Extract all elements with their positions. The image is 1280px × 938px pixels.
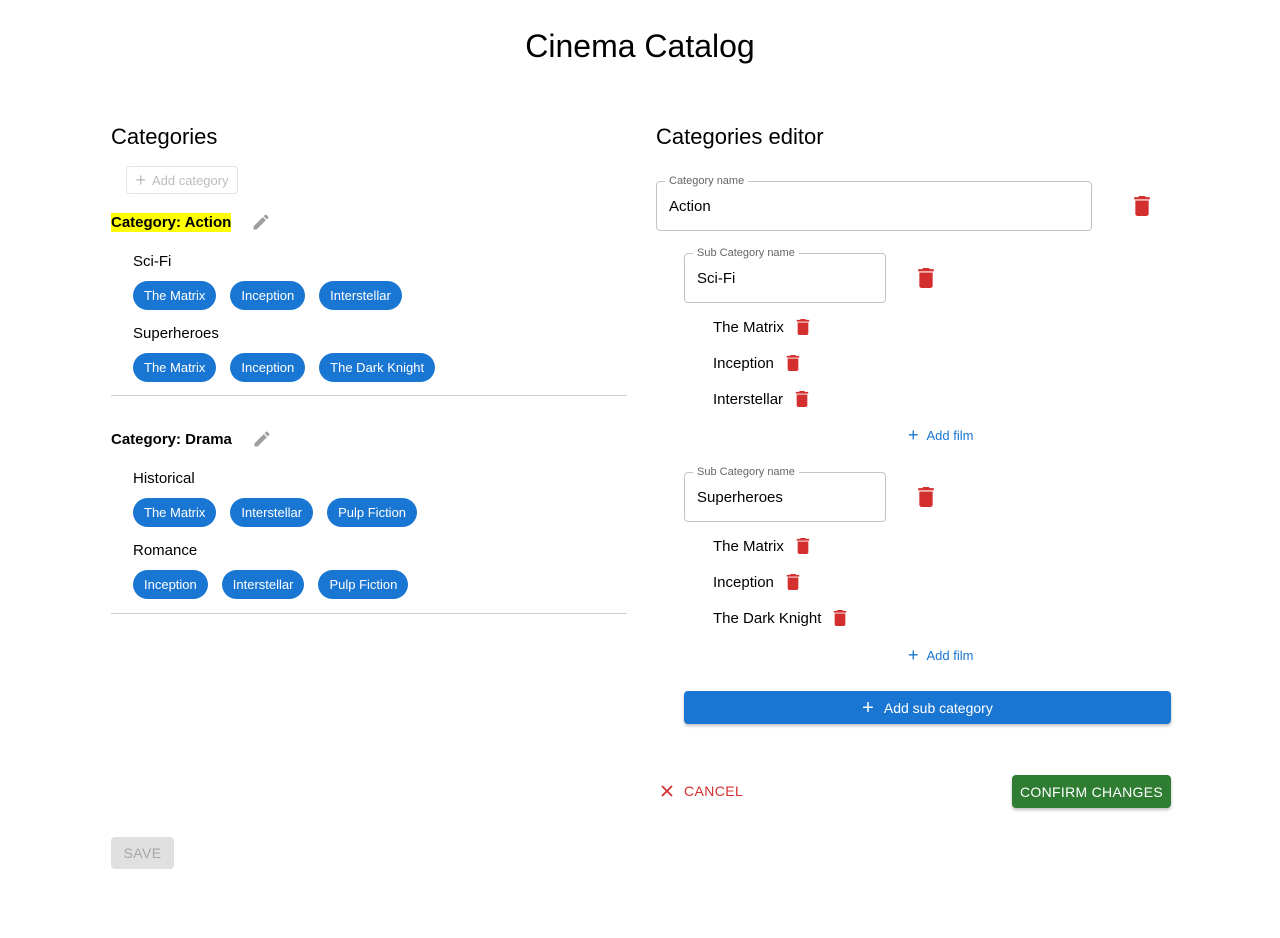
add-film-button[interactable]: + Add film xyxy=(908,645,974,665)
trash-icon[interactable] xyxy=(786,355,800,371)
film-name: Interstellar xyxy=(713,390,784,408)
categories-heading: Categories xyxy=(111,124,218,149)
trash-icon[interactable] xyxy=(786,574,800,590)
film-chip[interactable]: The Matrix xyxy=(133,281,217,310)
film-chip[interactable]: Interstellar xyxy=(319,281,402,310)
close-icon xyxy=(661,785,673,797)
film-name: The Matrix xyxy=(713,318,784,336)
sub-category-name: Sci-Fi xyxy=(133,253,172,270)
divider xyxy=(111,613,627,614)
add-film-label: Add film xyxy=(926,427,974,443)
sub-category-name: Romance xyxy=(133,542,198,559)
divider xyxy=(111,395,627,396)
add-film-label: Add film xyxy=(926,647,974,663)
film-name: The Matrix xyxy=(713,537,784,555)
cancel-label: CANCEL xyxy=(684,783,744,799)
save-button[interactable]: SAVE xyxy=(111,837,174,869)
trash-icon[interactable] xyxy=(917,487,935,507)
pencil-icon[interactable] xyxy=(252,429,272,449)
plus-icon: + xyxy=(862,696,874,719)
add-category-label: Add category xyxy=(151,172,229,188)
film-chip[interactable]: Pulp Fiction xyxy=(318,570,409,599)
plus-icon: + xyxy=(908,425,919,445)
trash-icon[interactable] xyxy=(796,538,810,554)
editor-heading: Categories editor xyxy=(656,124,824,149)
categories-panel: Categories + Add category Category: Acti… xyxy=(111,124,627,614)
category-name-field[interactable]: Category name Action xyxy=(656,175,1092,231)
sub-category-name-field[interactable]: Sub Category name Sci-Fi xyxy=(684,247,886,303)
sub-category-name-value: Sci-Fi xyxy=(697,269,736,287)
category-block-action: Category: Action Sci-Fi The Matrix Incep… xyxy=(111,211,627,383)
sub-category-name: Historical xyxy=(133,470,195,487)
film-chip[interactable]: Inception xyxy=(230,281,306,310)
sub-category-romance: Romance Inception Interstellar Pulp Fict… xyxy=(133,541,627,600)
confirm-changes-button[interactable]: CONFIRM CHANGES xyxy=(1012,775,1171,808)
category-name-value: Action xyxy=(669,197,711,215)
film-chip[interactable]: The Matrix xyxy=(133,353,217,382)
pencil-icon[interactable] xyxy=(251,212,271,232)
film-row: The Dark Knight xyxy=(713,608,847,628)
category-title: Category: Drama xyxy=(111,430,232,448)
film-chip[interactable]: Inception xyxy=(133,570,208,599)
sub-category-historical: Historical The Matrix Interstellar Pulp … xyxy=(133,469,627,528)
add-film-button[interactable]: + Add film xyxy=(908,425,974,445)
film-row: Interstellar xyxy=(713,389,809,409)
category-block-drama: Category: Drama Historical The Matrix In… xyxy=(111,428,627,600)
sub-category-sci-fi: Sci-Fi The Matrix Inception Interstellar xyxy=(133,252,627,311)
film-name: Inception xyxy=(713,573,774,591)
trash-icon[interactable] xyxy=(833,610,847,626)
trash-icon[interactable] xyxy=(796,319,810,335)
trash-icon[interactable] xyxy=(1133,196,1151,216)
film-row: The Matrix xyxy=(713,317,810,337)
film-chip[interactable]: Inception xyxy=(230,353,306,382)
cancel-button[interactable]: CANCEL xyxy=(660,781,743,801)
film-row: The Matrix xyxy=(713,536,810,556)
sub-category-name-field[interactable]: Sub Category name Superheroes xyxy=(684,466,886,522)
film-row: Inception xyxy=(713,353,800,373)
category-title: Category: Action xyxy=(111,212,232,232)
film-chip[interactable]: The Matrix xyxy=(133,498,217,527)
trash-icon[interactable] xyxy=(795,391,809,407)
add-sub-category-label: Add sub category xyxy=(883,699,993,716)
sub-category-name: Superheroes xyxy=(133,325,219,342)
add-sub-category-button[interactable]: + Add sub category xyxy=(684,691,1171,724)
film-chip[interactable]: The Dark Knight xyxy=(319,353,436,382)
add-category-button[interactable]: + Add category xyxy=(126,166,238,194)
sub-category-name-value: Superheroes xyxy=(697,488,783,506)
categories-editor: Categories editor Category name Action S… xyxy=(656,124,1176,808)
film-chip[interactable]: Interstellar xyxy=(230,498,314,527)
trash-icon[interactable] xyxy=(917,268,935,288)
film-row: Inception xyxy=(713,572,800,592)
plus-icon: + xyxy=(908,645,919,665)
sub-category-superheroes: Superheroes The Matrix Inception The Dar… xyxy=(133,324,627,383)
film-name: The Dark Knight xyxy=(713,609,822,627)
film-name: Inception xyxy=(713,354,774,372)
film-chip[interactable]: Pulp Fiction xyxy=(327,498,418,527)
plus-icon: + xyxy=(135,170,146,190)
app-title: Cinema Catalog xyxy=(525,28,755,64)
film-chip[interactable]: Interstellar xyxy=(221,570,305,599)
